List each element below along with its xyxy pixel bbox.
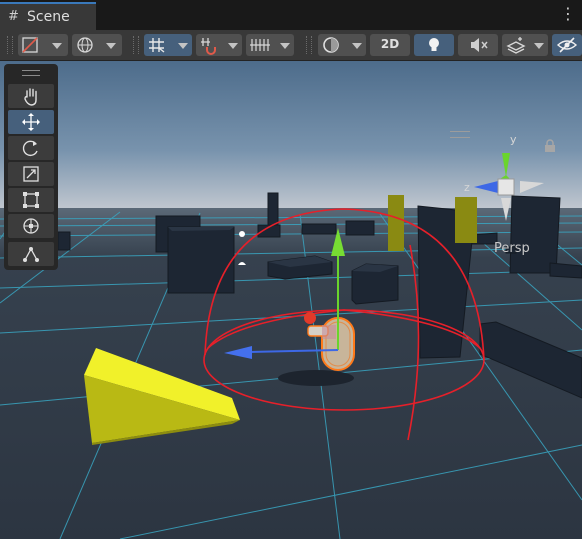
- chevron-down-icon: [228, 43, 238, 49]
- chevron-down-icon: [280, 43, 290, 49]
- grid-snapping-dropdown[interactable]: [144, 34, 192, 56]
- tools-overlay: [4, 64, 58, 270]
- draw-mode-dropdown[interactable]: [18, 34, 68, 56]
- incremental-snap-dropdown[interactable]: [196, 34, 242, 56]
- projection-label[interactable]: Persp: [494, 241, 530, 256]
- effects-dropdown[interactable]: [502, 34, 548, 56]
- scene-viewport[interactable]: y z Persp: [0, 61, 582, 539]
- more-options-button[interactable]: ⋮: [560, 5, 576, 25]
- shading-mode-dropdown[interactable]: [318, 34, 366, 56]
- layers-icon: [506, 37, 526, 54]
- transform-icon: [23, 218, 39, 234]
- grid-lines-icon: [250, 39, 270, 51]
- rotate-tool-button[interactable]: [8, 136, 54, 160]
- tab-scene[interactable]: # Scene: [0, 2, 96, 30]
- move-icon: [22, 113, 40, 131]
- scale-tool-button[interactable]: [8, 162, 54, 186]
- scale-icon: [23, 166, 39, 182]
- globe-icon: [77, 37, 93, 53]
- hand-tool-button[interactable]: [8, 84, 54, 108]
- toolbar-grip[interactable]: [133, 36, 139, 54]
- hash-grid-icon: #: [8, 9, 19, 24]
- sphere-icon: [323, 37, 339, 53]
- grid-icon: [149, 38, 165, 53]
- toolbar-grip[interactable]: [7, 36, 13, 54]
- global-local-dropdown[interactable]: [72, 34, 122, 56]
- toolbar-grip[interactable]: [306, 36, 312, 54]
- rect-transform-icon: [23, 192, 39, 208]
- light-gizmo: [239, 231, 245, 237]
- chevron-down-icon: [106, 43, 116, 49]
- chevron-down-icon: [352, 43, 362, 49]
- tab-scene-label: Scene: [27, 9, 70, 25]
- rotate-icon: [22, 140, 38, 157]
- orientation-gizmo[interactable]: y z Persp: [448, 125, 582, 265]
- audio-toggle-button[interactable]: [458, 34, 498, 56]
- rect-tool-button[interactable]: [8, 188, 54, 212]
- chevron-down-icon: [52, 43, 62, 49]
- shaded-wireframe-icon: [22, 37, 38, 53]
- grid-visibility-dropdown[interactable]: [246, 34, 294, 56]
- 2d-toggle-button[interactable]: 2D: [370, 34, 410, 56]
- lighting-toggle-button[interactable]: [414, 34, 454, 56]
- custom-editor-tool-icon: [23, 247, 39, 262]
- tab-bar: # Scene ⋮: [0, 0, 582, 30]
- transform-tool-button[interactable]: [8, 214, 54, 238]
- overlay-drag-handle[interactable]: [22, 70, 40, 76]
- chevron-down-icon: [534, 43, 544, 49]
- gizmo-y-label: y: [510, 133, 517, 146]
- scene-window: # Scene ⋮ 2D y z Persp: [0, 0, 582, 539]
- mute-icon: [471, 38, 488, 52]
- scene-toolbar: 2D: [0, 30, 582, 61]
- move-tool-button[interactable]: [8, 110, 54, 134]
- chevron-down-icon: [178, 43, 188, 49]
- light-bulb-icon: [429, 38, 439, 51]
- gizmo-z-label: z: [464, 181, 470, 194]
- eye-slash-icon: [556, 37, 578, 53]
- player-shadow: [278, 370, 354, 386]
- scene-visibility-toggle[interactable]: [552, 34, 582, 56]
- 2d-label: 2D: [380, 37, 400, 51]
- magnet-icon: [201, 38, 216, 55]
- custom-tool-button[interactable]: [8, 242, 54, 266]
- hand-icon: [24, 88, 37, 106]
- yellow-pillar: [388, 195, 404, 251]
